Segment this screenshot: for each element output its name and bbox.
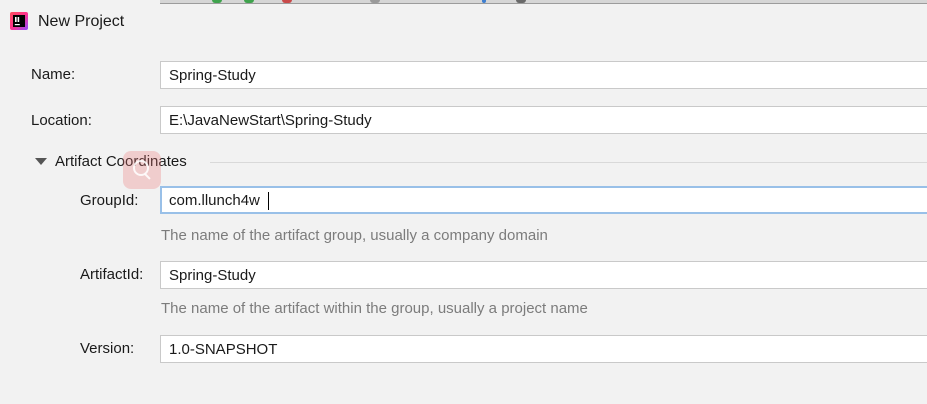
name-field[interactable] (160, 61, 927, 89)
blue-toolbar-icon (482, 0, 486, 3)
groupid-field[interactable] (160, 186, 927, 214)
artifact-coordinates-label: Artifact Coordinates (55, 153, 187, 170)
artifactid-hint: The name of the artifact within the grou… (161, 300, 588, 317)
search-icon (123, 151, 161, 189)
red-toolbar-icon (282, 0, 292, 3)
artifactid-field[interactable] (160, 261, 927, 289)
groupid-label: GroupId: (80, 192, 139, 209)
section-divider (210, 162, 927, 163)
location-label: Location: (31, 112, 92, 129)
gray-toolbar-icon (370, 0, 380, 3)
artifactid-label: ArtifactId: (80, 266, 144, 283)
version-label: Version: (80, 340, 135, 357)
text-cursor (268, 192, 269, 210)
green-toolbar-icon (244, 0, 254, 3)
groupid-hint: The name of the artifact group, usually … (161, 227, 548, 244)
dark-toolbar-icon (516, 0, 526, 3)
dialog-title: New Project (38, 13, 125, 30)
intellij-idea-icon (10, 12, 28, 30)
artifact-coordinates-section-toggle[interactable]: Artifact Coordinates (32, 152, 927, 172)
location-field[interactable] (160, 106, 927, 134)
version-field[interactable] (160, 335, 927, 363)
expand-triangle-icon[interactable] (35, 158, 47, 165)
dialog-titlebar: New Project (0, 4, 927, 40)
name-label: Name: (31, 66, 76, 83)
green-toolbar-icon (212, 0, 222, 3)
